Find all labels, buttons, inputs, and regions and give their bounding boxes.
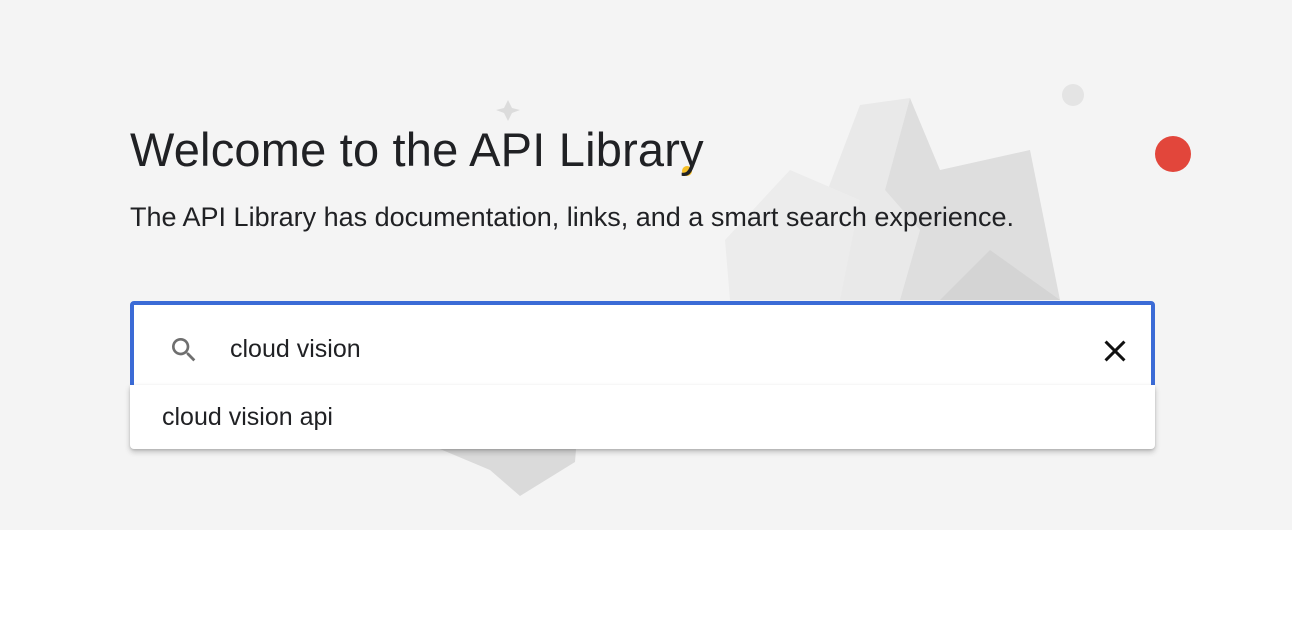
decor-red-dot [1155, 136, 1191, 172]
search-input[interactable] [230, 329, 1070, 369]
close-icon [1104, 340, 1126, 362]
search-icon [172, 338, 196, 362]
decor-shape-6 [496, 100, 520, 121]
decor-shape-5 [440, 449, 576, 496]
search-box[interactable] [130, 301, 1155, 397]
page-subtitle: The API Library has documentation, links… [130, 202, 1014, 232]
clear-search-button[interactable] [1097, 333, 1133, 369]
search-suggestions: cloud vision api [130, 385, 1155, 449]
decorative-illustration [440, 84, 1191, 496]
hero-banner: Welcome to the API Library The API Libra… [0, 0, 1292, 530]
page-title: Welcome to the API Library [130, 123, 704, 176]
decor-gray-dot [1062, 84, 1084, 106]
suggestion-item[interactable]: cloud vision api [130, 385, 1155, 449]
